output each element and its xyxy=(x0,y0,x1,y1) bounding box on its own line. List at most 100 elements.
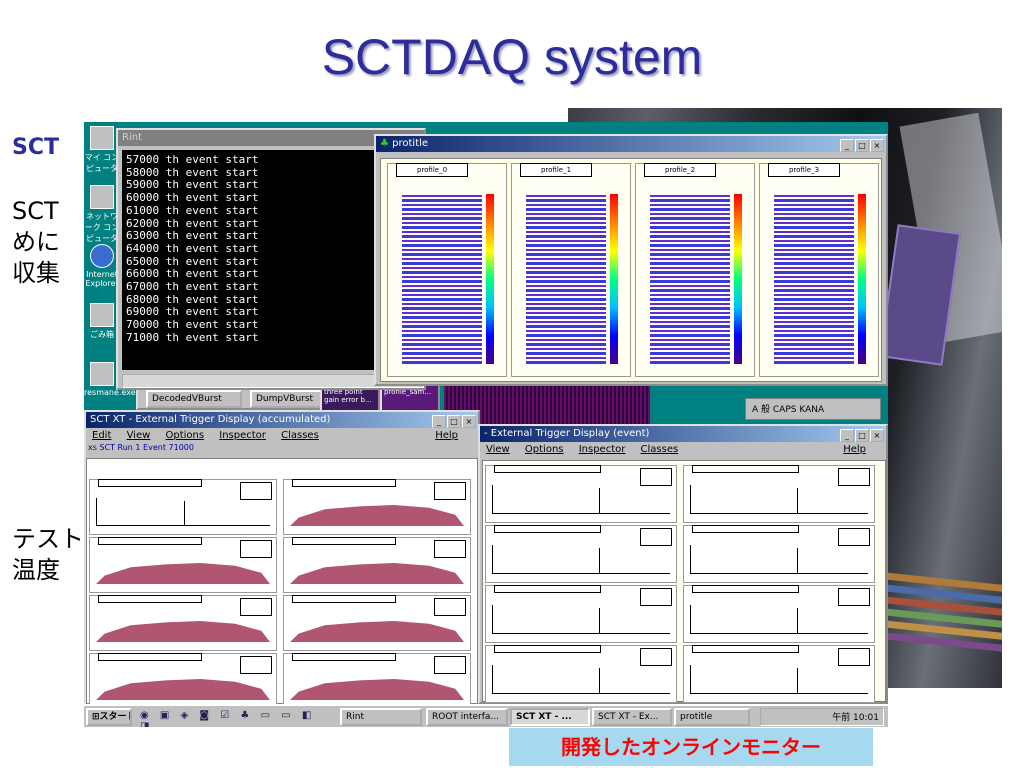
histogram-panel[interactable] xyxy=(283,479,471,535)
profile-label: profile_2 xyxy=(644,163,716,177)
taskbar-sct-xt-ex[interactable]: SCT XT - Ex... xyxy=(592,708,672,726)
profile-panel[interactable]: profile_1 xyxy=(511,163,631,377)
desktop-icon[interactable]: resmane.exe xyxy=(84,362,136,417)
histogram-panel[interactable] xyxy=(683,465,875,523)
histogram-panel[interactable] xyxy=(485,465,677,523)
histogram-label xyxy=(494,585,601,593)
slide-paragraph-1-line: めに xyxy=(12,228,60,256)
event-canvas[interactable] xyxy=(482,460,886,703)
histogram-fill xyxy=(690,545,868,574)
close-button[interactable]: × xyxy=(870,429,884,442)
slide-paragraph-1-line: SCT xyxy=(12,197,59,225)
slide-paragraph-2-line: テスト xyxy=(12,525,84,553)
menu-inspector[interactable]: Inspector xyxy=(219,430,266,441)
protitle-window: ♣ protitle _ □ × profile_0 profile_1 profile… xyxy=(374,134,888,386)
accumulated-titlebar[interactable]: SCT XT - External Trigger Display (accum… xyxy=(86,412,478,428)
histogram-label xyxy=(692,525,799,533)
histogram-panel[interactable] xyxy=(283,595,471,651)
histogram-label xyxy=(494,465,601,473)
event-menubar: View Options Inspector Classes Help xyxy=(480,442,886,457)
recycle-bin-icon xyxy=(90,303,114,327)
histogram-panel[interactable] xyxy=(283,653,471,709)
minimize-button[interactable]: _ xyxy=(840,139,854,152)
event-titlebar[interactable]: - External Trigger Display (event) _ □ × xyxy=(480,426,886,442)
histogram-panel[interactable] xyxy=(89,653,277,709)
menu-help[interactable]: Help xyxy=(843,442,866,457)
histogram-stats xyxy=(240,656,272,674)
protitle-titlebar[interactable]: ♣ protitle _ □ × xyxy=(376,136,886,152)
menu-view[interactable]: View xyxy=(486,444,510,455)
slide-paragraph-1: SCT めに 収集 xyxy=(12,196,60,289)
histogram-fill xyxy=(290,621,464,642)
histogram-stats xyxy=(434,598,466,616)
histogram-panel[interactable] xyxy=(89,537,277,593)
profile-panel[interactable]: profile_0 xyxy=(387,163,507,377)
accumulated-info: xs SCT Run 1 Event 71000 xyxy=(88,443,194,452)
accumulated-title: SCT XT - External Trigger Display (accum… xyxy=(90,414,331,425)
desktop-icon[interactable]: Internet Explorer xyxy=(84,244,120,299)
profile-panel[interactable]: profile_3 xyxy=(759,163,879,377)
histogram-label xyxy=(98,595,203,603)
caption: 開発したオンラインモニター xyxy=(509,728,873,766)
menu-classes[interactable]: Classes xyxy=(641,444,679,455)
histogram-fill xyxy=(690,605,868,634)
histogram-panel[interactable] xyxy=(89,595,277,651)
histogram-label xyxy=(692,585,799,593)
histogram-panel[interactable] xyxy=(485,585,677,643)
decoded-vburst-button[interactable]: DecodedVBurst xyxy=(146,390,242,408)
menu-options[interactable]: Options xyxy=(165,430,204,441)
accumulated-canvas[interactable] xyxy=(86,458,478,709)
rint-title: Rint xyxy=(122,132,142,143)
maximize-button[interactable]: □ xyxy=(447,415,461,428)
menu-help[interactable]: Help xyxy=(435,428,458,443)
profile-plot xyxy=(402,194,482,364)
histogram-panel[interactable] xyxy=(89,479,277,535)
protitle-canvas[interactable]: profile_0 profile_1 profile_2 profile_3 xyxy=(380,158,882,382)
menu-options[interactable]: Options xyxy=(525,444,564,455)
minimize-button[interactable]: _ xyxy=(432,415,446,428)
histogram-fill xyxy=(492,605,670,634)
taskbar-root-interface[interactable]: ROOT interfa... xyxy=(426,708,508,726)
slide-paragraph-1-line: 収集 xyxy=(12,259,60,287)
ime-toolbar[interactable]: A 般 CAPS KANA xyxy=(745,398,881,420)
menu-edit[interactable]: Edit xyxy=(92,430,111,441)
histogram-spike xyxy=(599,547,601,573)
system-tray: 午前 10:01 xyxy=(760,708,884,726)
histogram-stats xyxy=(240,598,272,616)
histogram-fill xyxy=(96,621,270,642)
histogram-panel[interactable] xyxy=(683,525,875,583)
profile-panel[interactable]: profile_2 xyxy=(635,163,755,377)
histogram-panel[interactable] xyxy=(485,525,677,583)
taskbar-sct-xt-active[interactable]: SCT XT - ... xyxy=(510,708,590,726)
menu-inspector[interactable]: Inspector xyxy=(579,444,626,455)
profile-label: profile_0 xyxy=(396,163,468,177)
histogram-fill xyxy=(492,485,670,514)
desktop-screenshot: マイ コンピュータ ネットワーク コンピュータ Internet Explore… xyxy=(84,122,888,727)
desktop-icon[interactable]: マイ コンピュータ xyxy=(84,126,120,181)
desktop-icon[interactable]: ごみ箱 xyxy=(84,303,120,358)
taskbar: ⊞スタート ◉ ▣ ◈ ◙ ☑ ♣ ▭ ▭ ◧ ◨ Rint ROOT inte… xyxy=(84,704,888,727)
minimize-button[interactable]: _ xyxy=(840,429,854,442)
histogram-label xyxy=(292,537,397,545)
taskbar-protitle[interactable]: protitle xyxy=(674,708,750,726)
close-button[interactable]: × xyxy=(870,139,884,152)
histogram-stats xyxy=(640,588,672,606)
desktop-icon[interactable]: ネットワーク コンピュータ xyxy=(84,185,120,243)
menu-classes[interactable]: Classes xyxy=(281,430,319,441)
histogram-panel[interactable] xyxy=(683,585,875,643)
taskbar-rint[interactable]: Rint xyxy=(340,708,422,726)
histogram-panel[interactable] xyxy=(485,645,677,703)
histogram-fill xyxy=(290,563,464,584)
menu-view[interactable]: View xyxy=(127,430,151,441)
histogram-spike xyxy=(183,500,185,525)
tree-icon: ♣ xyxy=(380,138,389,149)
histogram-stats xyxy=(838,468,870,486)
maximize-button[interactable]: □ xyxy=(855,429,869,442)
close-button[interactable]: × xyxy=(462,415,476,428)
histogram-stats xyxy=(434,482,466,500)
histogram-panel[interactable] xyxy=(283,537,471,593)
start-button[interactable]: ⊞スタート xyxy=(86,708,132,726)
histogram-fill xyxy=(290,505,464,526)
maximize-button[interactable]: □ xyxy=(855,139,869,152)
histogram-panel[interactable] xyxy=(683,645,875,703)
